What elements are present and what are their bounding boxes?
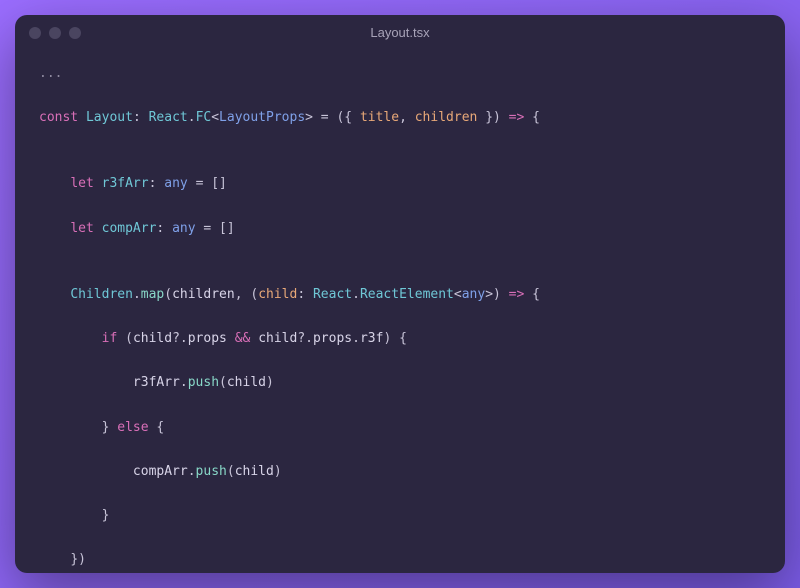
arg-children: children bbox=[172, 287, 235, 302]
method-map: map bbox=[141, 287, 164, 302]
close-icon[interactable] bbox=[29, 27, 41, 39]
prop-props: props bbox=[313, 331, 352, 346]
arrow: => bbox=[509, 110, 525, 125]
window-controls bbox=[29, 27, 81, 39]
titlebar: Layout.tsx bbox=[15, 15, 785, 51]
id-child: child bbox=[258, 331, 297, 346]
param-title: title bbox=[360, 110, 399, 125]
minimize-icon[interactable] bbox=[49, 27, 61, 39]
window-title: Layout.tsx bbox=[15, 22, 785, 44]
code-area[interactable]: ... const Layout: React.FC<LayoutProps> … bbox=[15, 51, 785, 573]
var-comparr: compArr bbox=[102, 221, 157, 236]
prop-props: props bbox=[188, 331, 227, 346]
var-comparr: compArr bbox=[133, 464, 188, 479]
ellipsis: ... bbox=[39, 66, 62, 81]
type-react: React bbox=[313, 287, 352, 302]
type-any: any bbox=[164, 176, 187, 191]
prop-r3f: r3f bbox=[360, 331, 383, 346]
type-any: any bbox=[172, 221, 195, 236]
kw-const: const bbox=[39, 110, 78, 125]
var-r3farr: r3fArr bbox=[102, 176, 149, 191]
param-child: child bbox=[258, 287, 297, 302]
arg-child: child bbox=[227, 375, 266, 390]
id-child: child bbox=[133, 331, 172, 346]
arrow: => bbox=[509, 287, 525, 302]
maximize-icon[interactable] bbox=[69, 27, 81, 39]
arg-child: child bbox=[235, 464, 274, 479]
method-push: push bbox=[188, 375, 219, 390]
kw-let: let bbox=[70, 176, 93, 191]
id-children: Children bbox=[70, 287, 133, 302]
var-r3farr: r3fArr bbox=[133, 375, 180, 390]
kw-else: else bbox=[117, 420, 148, 435]
empty-arr: [] bbox=[211, 176, 227, 191]
method-push: push bbox=[196, 464, 227, 479]
editor-window: Layout.tsx ... const Layout: React.FC<La… bbox=[15, 15, 785, 573]
type-reactelement: ReactElement bbox=[360, 287, 454, 302]
param-children: children bbox=[415, 110, 478, 125]
type-fc: FC bbox=[196, 110, 212, 125]
type-layoutprops: LayoutProps bbox=[219, 110, 305, 125]
kw-let: let bbox=[70, 221, 93, 236]
id-layout: Layout bbox=[86, 110, 133, 125]
empty-arr: [] bbox=[219, 221, 235, 236]
type-react: React bbox=[149, 110, 188, 125]
type-any: any bbox=[462, 287, 485, 302]
kw-if: if bbox=[102, 331, 118, 346]
